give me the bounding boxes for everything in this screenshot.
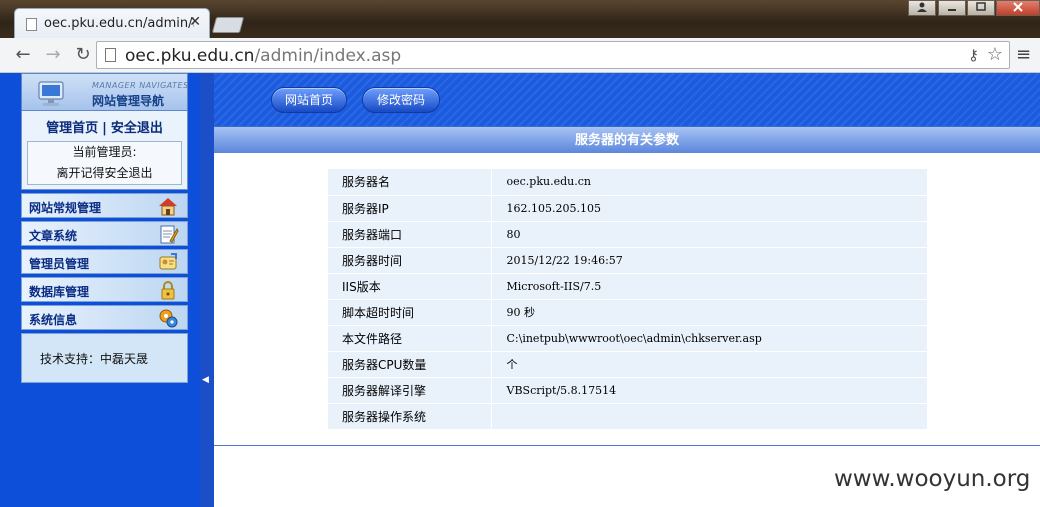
gears-icon	[159, 309, 178, 328]
house-icon	[159, 198, 177, 216]
param-value: C:\inetpub\wwwroot\oec\admin\chkserver.a…	[491, 325, 927, 352]
menu-item-label: 数据库管理	[29, 285, 90, 299]
url-path: /admin/index.asp	[254, 46, 402, 66]
window-maximize-button[interactable]	[967, 0, 995, 16]
menu-item-system-info[interactable]: 系统信息	[21, 305, 188, 330]
user-icon	[917, 2, 927, 12]
param-value	[491, 403, 927, 430]
table-row: 服务器时间 2015/12/22 19:46:57	[328, 247, 927, 274]
admin-box: 管理首页 | 安全退出 当前管理员: 离开记得安全退出	[21, 111, 188, 190]
param-name: 脚本超时时间	[328, 299, 492, 326]
table-row: 服务器CPU数量 个	[328, 351, 927, 378]
param-value: VBScript/5.8.17514	[491, 377, 927, 404]
tech-support-box: 技术支持：中磊天晟	[21, 333, 188, 383]
bookmark-star-icon[interactable]: ☆	[987, 44, 1003, 65]
content-title: 服务器的有关参数	[214, 126, 1040, 153]
browser-toolbar: ← → ↻ oec.pku.edu.cn/admin/index.asp ⚷ ☆…	[0, 38, 1040, 73]
table-row: 服务器操作系统	[328, 403, 927, 430]
top-navigation-bar: 网站首页 修改密码	[214, 73, 1040, 126]
key-icon[interactable]: ⚷	[968, 46, 979, 64]
admin-sidebar: MANAGER NAVIGATES 网站管理导航 管理首页 | 安全退出 当前管理员…	[21, 73, 188, 383]
maximize-icon	[976, 2, 986, 11]
admin-info: 当前管理员: 离开记得安全退出	[27, 141, 182, 185]
admin-card-icon	[159, 253, 177, 270]
menu-item-site-management[interactable]: 网站常规管理	[21, 193, 188, 218]
param-name: 服务器CPU数量	[328, 351, 492, 378]
admin-links: 管理首页 | 安全退出	[27, 117, 182, 136]
window-user-button[interactable]	[908, 0, 936, 16]
admin-home-link[interactable]: 管理首页	[46, 121, 98, 136]
content-panel: 服务器的有关参数 服务器名 oec.pku.edu.cn 服务器IP 162.105.…	[214, 126, 1040, 446]
menu-item-label: 网站常规管理	[29, 201, 102, 215]
table-row: 服务器IP 162.105.205.105	[328, 195, 927, 222]
param-name: IIS版本	[328, 273, 492, 300]
param-name: 本文件路径	[328, 325, 492, 352]
tab-close-icon[interactable]: ✕	[189, 14, 201, 30]
page-icon	[105, 48, 116, 62]
tab-title: oec.pku.edu.cn/admin/i	[44, 16, 194, 31]
table-row: 脚本超时时间 90 秒	[328, 299, 927, 326]
computer-monitor-icon	[38, 81, 64, 106]
sidebar-collapse-strip[interactable]: ◀	[200, 73, 214, 507]
lock-icon	[161, 281, 175, 300]
window-minimize-button[interactable]	[938, 0, 966, 16]
forward-arrow-icon[interactable]: →	[42, 44, 64, 65]
url-host: oec.pku.edu.cn	[125, 46, 255, 66]
change-password-button[interactable]: 修改密码	[362, 87, 440, 113]
server-info-table: 服务器名 oec.pku.edu.cn 服务器IP 162.105.205.105 服务…	[328, 169, 927, 430]
link-separator: |	[102, 121, 107, 136]
notepad-icon	[160, 225, 179, 244]
watermark: www.wooyun.org	[834, 466, 1031, 492]
collapse-arrow-icon[interactable]: ◀	[202, 375, 209, 385]
logout-reminder: 离开记得安全退出	[56, 166, 153, 180]
menu-item-admin-management[interactable]: 管理员管理	[21, 249, 188, 274]
param-name: 服务器端口	[328, 221, 492, 248]
logout-link[interactable]: 安全退出	[111, 121, 163, 136]
param-value: 2015/12/22 19:46:57	[491, 247, 927, 274]
param-value: 个	[491, 351, 927, 378]
table-row: 本文件路径 C:\inetpub\wwwroot\oec\admin\chkser…	[328, 325, 927, 352]
param-value: oec.pku.edu.cn	[491, 169, 927, 196]
menu-item-label: 管理员管理	[29, 257, 90, 271]
browser-tab-bar: oec.pku.edu.cn/admin/i ✕	[0, 0, 1040, 38]
nav-title: 网站管理导航	[92, 94, 165, 108]
tech-support-text: 技术支持：中磊天晟	[40, 352, 149, 366]
table-row: 服务器解译引擎 VBScript/5.8.17514	[328, 377, 927, 404]
param-name: 服务器解译引擎	[328, 377, 492, 404]
table-row: 服务器端口 80	[328, 221, 927, 248]
table-row: IIS版本 Microsoft-IIS/7.5	[328, 273, 927, 300]
close-icon	[1013, 2, 1023, 12]
window-close-button[interactable]	[996, 0, 1040, 16]
menu-item-database[interactable]: 数据库管理	[21, 277, 188, 302]
menu-item-articles[interactable]: 文章系统	[21, 221, 188, 246]
table-row: 服务器名 oec.pku.edu.cn	[328, 169, 927, 196]
current-admin-label: 当前管理员:	[72, 145, 137, 159]
page-favicon-icon	[26, 18, 37, 31]
param-value: 80	[491, 221, 927, 248]
browser-tab[interactable]: oec.pku.edu.cn/admin/i ✕	[14, 8, 210, 38]
site-home-button[interactable]: 网站首页	[271, 87, 347, 113]
address-url[interactable]: oec.pku.edu.cn/admin/index.asp	[125, 46, 401, 66]
new-tab-button[interactable]	[211, 17, 245, 33]
menu-item-label: 文章系统	[29, 229, 78, 243]
param-value: 162.105.205.105	[491, 195, 927, 222]
address-bar[interactable]: oec.pku.edu.cn/admin/index.asp ⚷ ☆	[96, 41, 1010, 69]
reload-icon[interactable]: ↻	[72, 44, 94, 65]
param-value: Microsoft-IIS/7.5	[491, 273, 927, 300]
param-name: 服务器名	[328, 169, 492, 196]
minimize-icon	[948, 9, 956, 11]
browser-menu-icon[interactable]: ≡	[1016, 44, 1031, 65]
nav-subtitle: MANAGER NAVIGATES	[92, 81, 189, 90]
nav-header: MANAGER NAVIGATES 网站管理导航	[21, 73, 188, 111]
back-arrow-icon[interactable]: ←	[12, 44, 34, 65]
param-value: 90 秒	[491, 299, 927, 326]
menu-item-label: 系统信息	[29, 313, 78, 327]
page-viewport: MANAGER NAVIGATES 网站管理导航 管理首页 | 安全退出 当前管理员…	[0, 73, 1040, 507]
param-name: 服务器操作系统	[328, 403, 492, 430]
param-name: 服务器IP	[328, 195, 492, 222]
param-name: 服务器时间	[328, 247, 492, 274]
